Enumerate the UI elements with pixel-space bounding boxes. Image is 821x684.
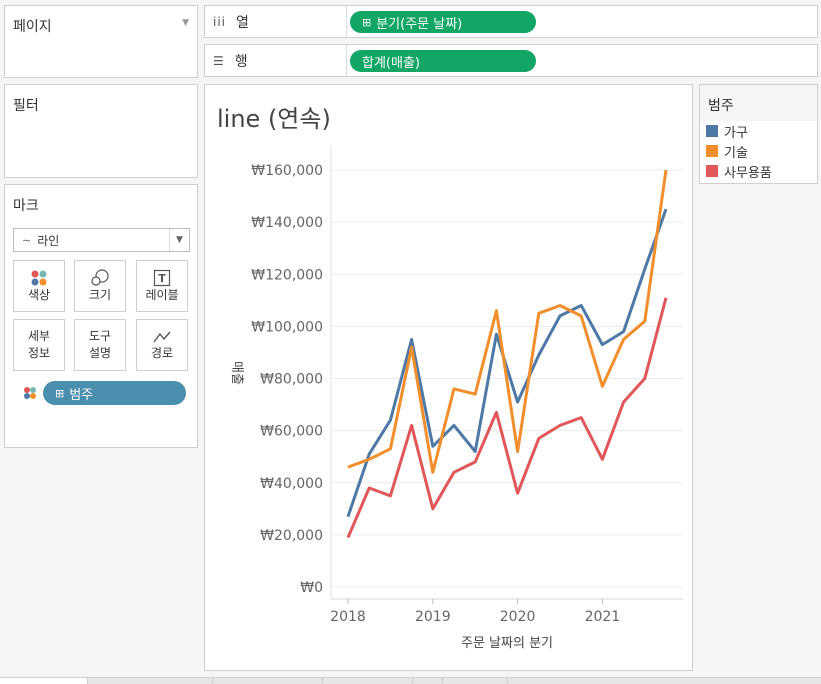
line-mark-icon: ∼ xyxy=(22,233,32,247)
color-pill-icon xyxy=(24,387,36,399)
size-button-label: 크기 xyxy=(88,287,112,302)
color-icon xyxy=(31,270,47,286)
rows-shelf[interactable]: ☰ 행 합계(매출) xyxy=(204,44,818,77)
rows-shelf-label: ☰ 행 xyxy=(205,45,347,76)
columns-shelf[interactable]: iii 열 ⊞ 분기(주문 날짜) xyxy=(204,5,818,38)
legend-title: 범주 xyxy=(708,98,734,114)
pages-panel-title: 페이지 xyxy=(13,19,52,35)
sheet-tab[interactable] xyxy=(413,678,443,684)
color-field-pill[interactable]: ⊞ 범주 xyxy=(43,381,186,405)
legend-item-label: 가구 xyxy=(724,125,748,141)
y-tick-label: ₩0 xyxy=(300,580,323,596)
filters-panel-title: 필터 xyxy=(13,98,39,114)
sheet-tab[interactable] xyxy=(323,678,413,684)
legend-item[interactable]: 가구 xyxy=(706,122,748,141)
columns-icon: iii xyxy=(213,14,227,29)
pages-panel-dropdown-icon[interactable]: ▼ xyxy=(182,18,189,28)
y-tick-label: ₩100,000 xyxy=(251,319,323,335)
y-tick-label: ₩20,000 xyxy=(260,528,323,544)
y-tick-label: ₩40,000 xyxy=(260,476,323,492)
size-icon xyxy=(91,268,109,286)
sheet-tab[interactable] xyxy=(0,678,88,684)
y-tick-label: ₩120,000 xyxy=(251,267,323,283)
marks-panel: 마크 ∼ 라인 ▼ 색상 크기 T 레이블 세부 정보 도구 설명 경로 ⊞ 범… xyxy=(4,184,198,448)
y-tick-label: ₩140,000 xyxy=(251,215,323,231)
columns-pill-label: 분기(주문 날짜) xyxy=(376,16,463,32)
legend-panel: 범주 가구 기술 사무용품 xyxy=(699,84,818,184)
view-panel: line (연속) ₩0 ₩20,000 ₩40,000 ₩60,000 ₩80,000… xyxy=(204,84,693,671)
x-tick-label: 2021 xyxy=(585,609,621,625)
legend-item-label: 기술 xyxy=(724,145,748,161)
x-tick-label: 2019 xyxy=(415,609,451,625)
text-label-icon: T xyxy=(153,269,171,286)
path-icon xyxy=(153,331,171,343)
expand-icon: ⊞ xyxy=(55,386,65,400)
series-line xyxy=(346,208,668,518)
columns-label-text: 열 xyxy=(236,14,249,31)
path-button-label: 경로 xyxy=(150,345,174,360)
detail-button[interactable]: 세부 정보 xyxy=(13,319,65,371)
x-axis-title: 주문 날짜의 분기 xyxy=(461,636,553,651)
tooltip-button-label-1: 도구 xyxy=(88,329,112,344)
columns-pill[interactable]: ⊞ 분기(주문 날짜) xyxy=(350,11,536,33)
mark-type-label: 라인 xyxy=(37,233,60,248)
color-field-pill-label: 범주 xyxy=(69,387,94,403)
y-tick-label: ₩60,000 xyxy=(260,424,323,440)
legend-swatch xyxy=(706,125,718,137)
rows-pill-label: 합계(매출) xyxy=(362,55,420,71)
pages-panel: 페이지 ▼ xyxy=(4,5,198,78)
y-axis-title: 매출 xyxy=(229,361,244,385)
marks-panel-title: 마크 xyxy=(13,198,39,214)
legend-item[interactable]: 사무용품 xyxy=(706,162,772,181)
expand-icon: ⊞ xyxy=(362,15,372,29)
rows-pill[interactable]: 합계(매출) xyxy=(350,50,536,72)
y-tick-label: ₩80,000 xyxy=(260,372,323,388)
sheet-tab[interactable] xyxy=(88,678,213,684)
line-chart[interactable]: ₩0 ₩20,000 ₩40,000 ₩60,000 ₩80,000 ₩100,000 ₩1… xyxy=(205,85,692,670)
sheet-tab[interactable] xyxy=(443,678,508,684)
label-button-label: 레이블 xyxy=(145,287,179,302)
rows-icon: ☰ xyxy=(213,53,225,68)
legend-swatch xyxy=(706,145,718,157)
color-button-label: 색상 xyxy=(27,287,51,302)
color-button[interactable]: 색상 xyxy=(13,260,65,312)
y-tick-label: ₩160,000 xyxy=(251,163,323,179)
series-line xyxy=(347,169,668,474)
filters-panel[interactable]: 필터 xyxy=(4,84,198,178)
chevron-down-icon: ▼ xyxy=(169,229,189,251)
legend-item-label: 사무용품 xyxy=(724,165,772,181)
sheet-tabs xyxy=(0,677,821,684)
size-button[interactable]: 크기 xyxy=(74,260,126,312)
path-button[interactable]: 경로 xyxy=(136,319,188,371)
legend-item[interactable]: 기술 xyxy=(706,142,748,161)
legend-swatch xyxy=(706,165,718,177)
detail-button-label-1: 세부 xyxy=(27,329,51,344)
legend-items: 가구 기술 사무용품 xyxy=(700,121,817,183)
mark-type-dropdown[interactable]: ∼ 라인 ▼ xyxy=(13,228,190,252)
tooltip-button-label-2: 설명 xyxy=(88,346,112,360)
x-tick-label: 2018 xyxy=(330,609,366,625)
detail-button-label-2: 정보 xyxy=(27,346,51,360)
columns-shelf-label: iii 열 xyxy=(205,6,347,37)
tooltip-button[interactable]: 도구 설명 xyxy=(74,319,126,371)
sheet-tab[interactable] xyxy=(213,678,323,684)
x-tick-label: 2020 xyxy=(500,609,536,625)
svg-text:T: T xyxy=(158,272,166,285)
label-button[interactable]: T 레이블 xyxy=(136,260,188,312)
rows-label-text: 행 xyxy=(234,53,248,70)
